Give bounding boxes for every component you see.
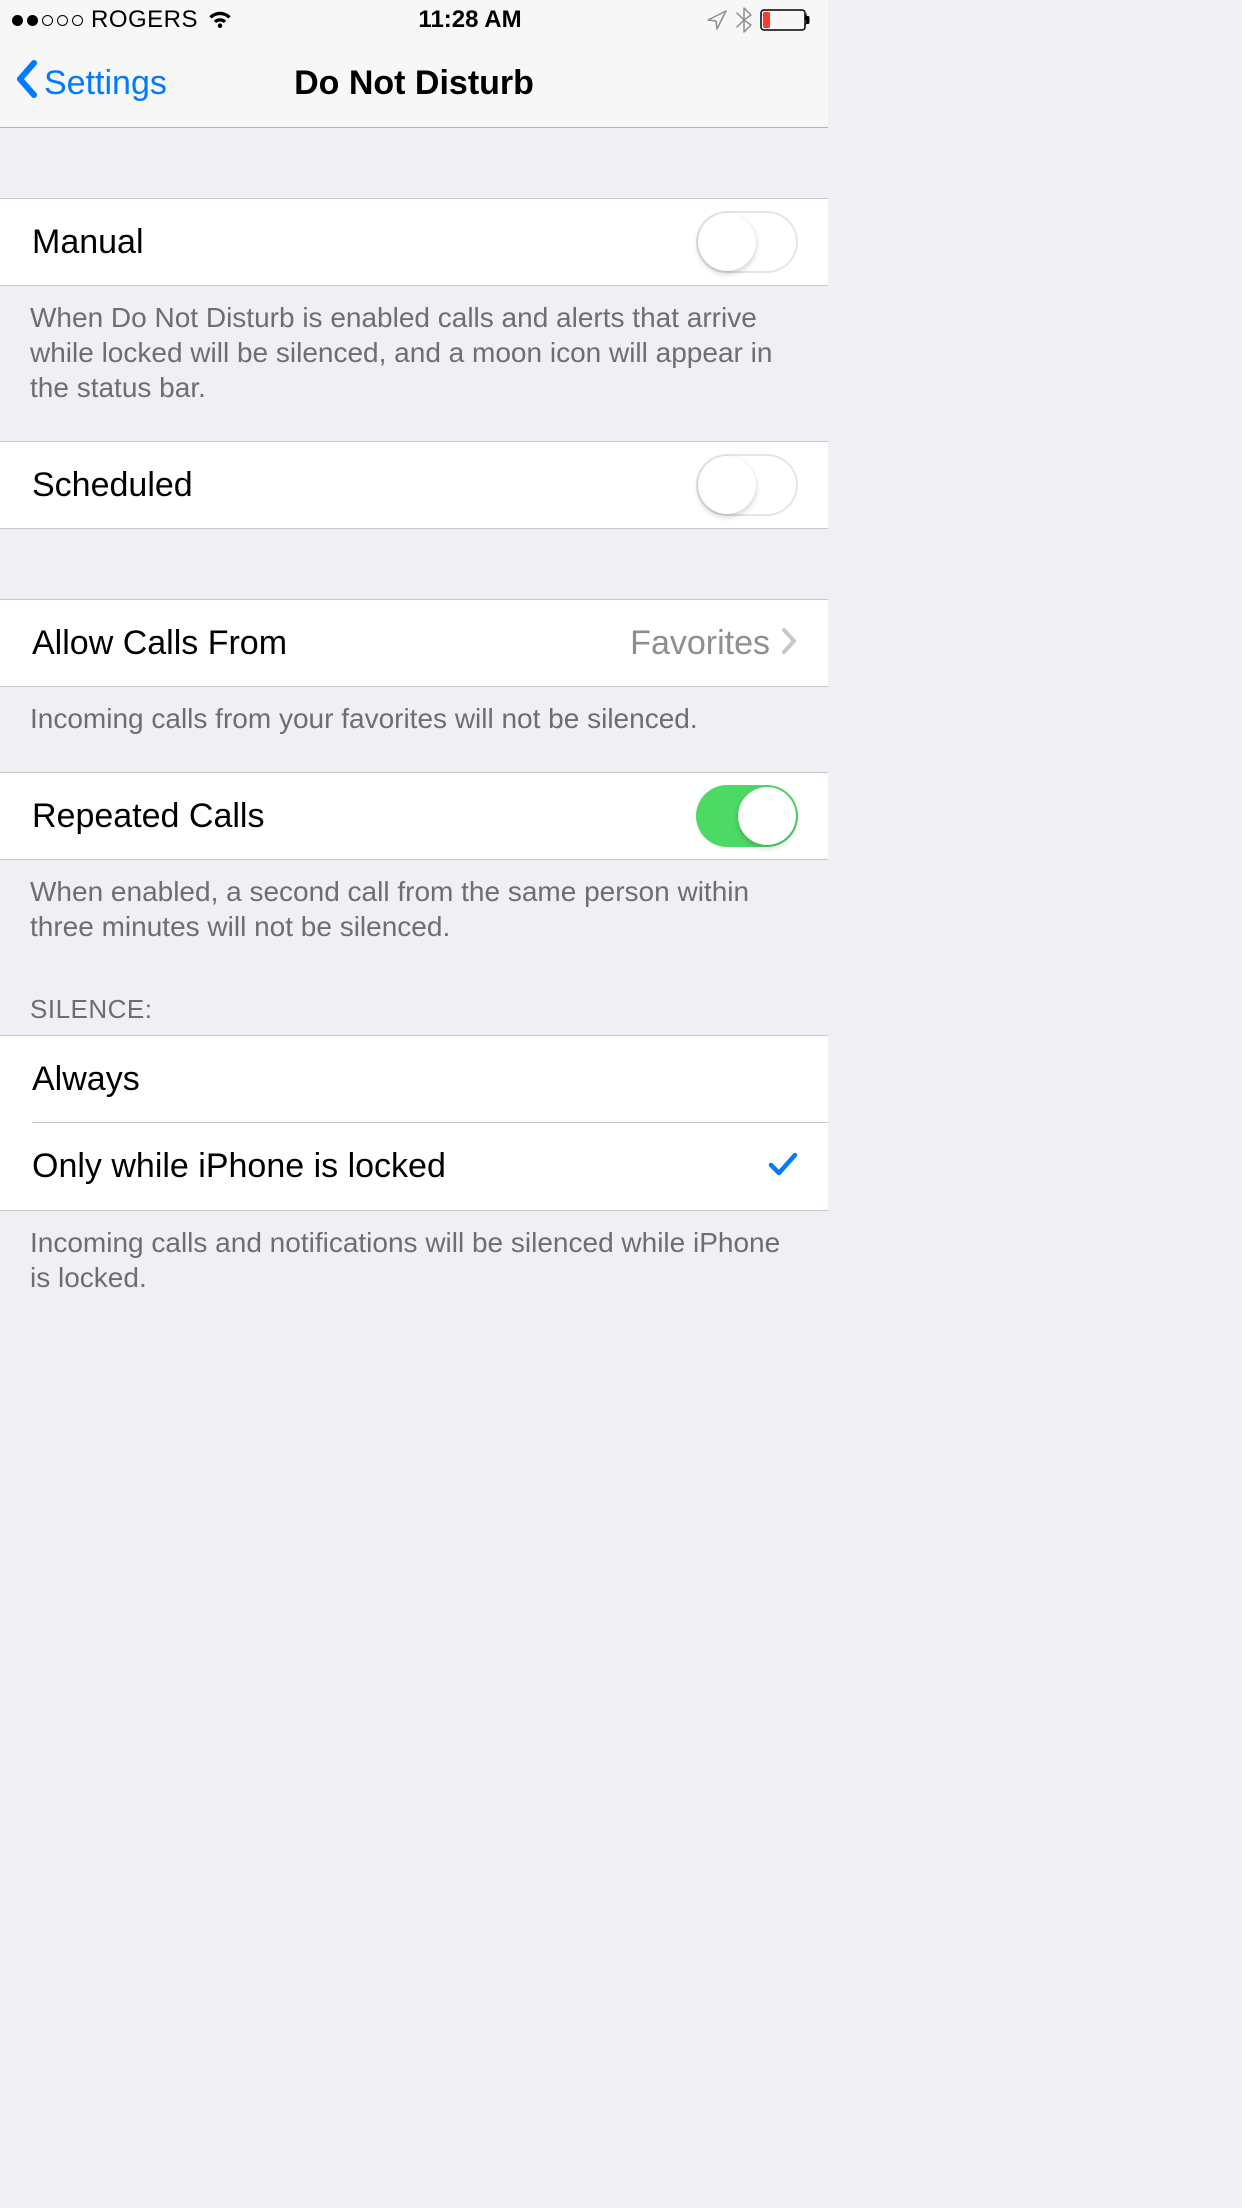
silence-option-label: Only while iPhone is locked bbox=[32, 1147, 446, 1186]
manual-row[interactable]: Manual bbox=[0, 198, 828, 286]
silence-option-always[interactable]: Always bbox=[0, 1035, 828, 1123]
chevron-right-icon bbox=[780, 626, 798, 661]
scheduled-label: Scheduled bbox=[32, 466, 193, 505]
chevron-left-icon bbox=[14, 59, 38, 108]
allow-calls-row[interactable]: Allow Calls From Favorites bbox=[0, 599, 828, 687]
status-bar: ROGERS 11:28 AM bbox=[0, 0, 828, 40]
silence-footer: Incoming calls and notifications will be… bbox=[0, 1211, 828, 1309]
silence-option-label: Always bbox=[32, 1060, 140, 1099]
silence-option-locked[interactable]: Only while iPhone is locked bbox=[0, 1123, 828, 1211]
status-right bbox=[706, 7, 816, 33]
repeated-calls-switch[interactable] bbox=[696, 785, 798, 847]
repeated-calls-footer: When enabled, a second call from the sam… bbox=[0, 860, 828, 958]
silence-group: Always Only while iPhone is locked bbox=[0, 1035, 828, 1211]
signal-strength-icon bbox=[12, 15, 83, 26]
scheduled-row[interactable]: Scheduled bbox=[0, 441, 828, 529]
scheduled-switch[interactable] bbox=[696, 454, 798, 516]
wifi-icon bbox=[206, 9, 234, 31]
back-label: Settings bbox=[44, 64, 167, 103]
content: Manual When Do Not Disturb is enabled ca… bbox=[0, 128, 828, 1309]
allow-calls-label: Allow Calls From bbox=[32, 624, 287, 663]
status-left: ROGERS bbox=[12, 6, 234, 34]
carrier-label: ROGERS bbox=[91, 6, 198, 34]
navigation-bar: Settings Do Not Disturb bbox=[0, 40, 828, 128]
repeated-calls-label: Repeated Calls bbox=[32, 797, 264, 836]
status-time: 11:28 AM bbox=[418, 6, 521, 34]
battery-icon bbox=[760, 9, 816, 31]
location-icon bbox=[706, 9, 728, 31]
manual-switch[interactable] bbox=[696, 211, 798, 273]
allow-calls-footer: Incoming calls from your favorites will … bbox=[0, 687, 828, 750]
repeated-calls-row[interactable]: Repeated Calls bbox=[0, 772, 828, 860]
manual-label: Manual bbox=[32, 223, 144, 262]
allow-calls-value: Favorites bbox=[630, 624, 780, 663]
manual-footer: When Do Not Disturb is enabled calls and… bbox=[0, 286, 828, 419]
silence-header: SILENCE: bbox=[0, 982, 828, 1035]
back-button[interactable]: Settings bbox=[0, 59, 167, 108]
bluetooth-icon bbox=[736, 7, 752, 33]
checkmark-icon bbox=[768, 1151, 798, 1182]
